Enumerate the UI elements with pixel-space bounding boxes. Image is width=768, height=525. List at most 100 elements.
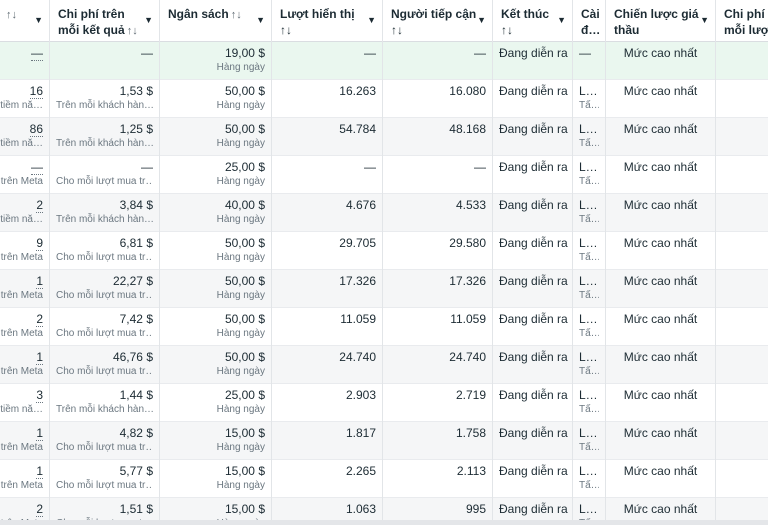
cell-value: Mức cao nhất [612,312,709,327]
cell-value: Đang diễn ra [499,122,568,137]
table-cell-results: — trên Meta [0,156,49,194]
column-menu-chevron-down-icon[interactable]: ▼ [700,12,709,28]
table-cell-attribution: L… Tấ… [573,156,605,194]
cell-value-text: 17.326 [449,274,486,288]
column-header-impressions[interactable]: Lượt hiển thị ↑↓ ▼ [272,0,382,42]
cell-value-text[interactable]: 9 [36,236,43,251]
cell-value-text: 2.719 [455,388,486,402]
cell-value-text[interactable]: 86 [29,122,43,137]
cell-value: — [278,160,376,175]
sort-icon[interactable]: ↑↓ [127,25,138,37]
cell-subtext: trên Meta [0,176,43,187]
table-cell-results: 86 tiềm nă… [0,118,49,156]
table-cell-reach: 16.080 [383,80,492,118]
cell-subtext: tiềm nă… [0,100,43,111]
cell-value-text: Mức cao nhất [623,312,698,326]
cell-value-text[interactable]: — [31,160,43,175]
table-cell-ends: Đang diễn ra [493,270,572,308]
horizontal-scrollbar[interactable] [0,520,768,525]
cell-value-text: 22,27 $ [112,274,153,288]
cell-value-text[interactable]: 1 [36,464,43,479]
cell-subtext: Hàng ngày [216,138,265,149]
cell-subtext: Hàng ngày [216,442,265,453]
column-cost-per-purchase: Chi phí t mỗi lượt [716,0,768,525]
column-menu-chevron-down-icon[interactable]: ▼ [144,12,153,28]
cell-subtext: trên Meta [0,442,43,453]
column-impressions: Lượt hiển thị ↑↓ ▼ — 16.263 54.784 — 4.676 29.7… [272,0,383,525]
table-cell-results: — [0,42,49,80]
sort-icon[interactable]: ↑↓ [6,9,17,21]
cell-value-text: L… [579,312,598,326]
column-header-ends[interactable]: Kết thúc ↑↓ ▼ [493,0,572,42]
cell-value: — [56,46,153,61]
cell-value-text[interactable]: 2 [36,502,43,517]
cell-value-text[interactable]: — [31,46,43,61]
cell-value: 54.784 [278,122,376,137]
cell-subtext: Tấ… [579,480,599,491]
cell-value: — [389,46,486,61]
column-menu-chevron-down-icon[interactable]: ▼ [256,12,265,28]
table-cell-attribution: L… Tấ… [573,80,605,118]
cell-value-text[interactable]: 3 [36,388,43,403]
cell-value: 2 [0,502,43,517]
cell-value: Mức cao nhất [612,502,709,517]
cell-value: 24.740 [389,350,486,365]
table-cell-cost-per-purchase [716,118,768,156]
table-cell-impressions: 4.676 [272,194,382,232]
column-header-bid-strategy[interactable]: Chiến lược giá thầu ▼ [606,0,715,42]
cell-value: 5,77 $ [56,464,153,479]
table-cell-ends: Đang diễn ra [493,156,572,194]
cell-value-text[interactable]: 1 [36,350,43,365]
cell-value-text[interactable]: 16 [29,84,43,99]
cell-value: 1,25 $ [56,122,153,137]
column-header-cost-per-result[interactable]: Chi phí trên mỗi kết quả ↑↓ ▼ [50,0,159,42]
column-header-budget[interactable]: Ngân sách ↑↓ ▼ [160,0,271,42]
column-cost-per-result: Chi phí trên mỗi kết quả ↑↓ ▼ — 1,53 $ Trên m… [50,0,160,525]
cell-value: Đang diễn ra [499,160,568,175]
cell-value: Đang diễn ra [499,502,568,517]
column-menu-chevron-down-icon[interactable]: ▼ [557,12,566,28]
column-header-cost-per-purchase[interactable]: Chi phí t mỗi lượt [716,0,768,42]
table-cell-cost-per-purchase [716,308,768,346]
table-cell-ends: Đang diễn ra [493,232,572,270]
cell-value-text: Đang diễn ra [499,426,568,440]
cell-value: 86 [0,122,43,137]
cell-value-text[interactable]: 2 [36,312,43,327]
cell-subtext: Hàng ngày [216,62,265,73]
table-cell-cost-per-result: 46,76 $ Cho mỗi lượt mua tr… [50,346,159,384]
table-cell-reach: 2.113 [383,460,492,498]
cell-value-text: — [141,160,153,174]
cell-value-text: 54.784 [339,122,376,136]
table-cell-cost-per-purchase [716,194,768,232]
column-header-attribution[interactable]: Cài đ… [573,0,605,42]
column-menu-chevron-down-icon[interactable]: ▼ [477,12,486,28]
column-menu-chevron-down-icon[interactable]: ▼ [367,12,376,28]
cell-subtext: trên Meta [0,290,43,301]
table-cell-impressions: 54.784 [272,118,382,156]
cell-subtext: Tấ… [579,366,599,377]
cell-value-text[interactable]: 1 [36,426,43,441]
table-cell-results: 9 trên Meta [0,232,49,270]
column-menu-chevron-down-icon[interactable]: ▼ [34,12,43,28]
column-header-reach[interactable]: Người tiếp cận ↑↓ ▼ [383,0,492,42]
cell-value: — [579,46,599,61]
cell-value-text[interactable]: 2 [36,198,43,213]
column-header-results[interactable]: ↑↓ ▼ [0,0,49,42]
table-cell-bid-strategy: Mức cao nhất [606,270,715,308]
table-cell-reach: 4.533 [383,194,492,232]
table-cell-reach: 1.758 [383,422,492,460]
cell-value-text: Đang diễn ra [499,122,568,136]
cell-subtext: Tấ… [579,404,599,415]
cell-value-text: Đang diễn ra [499,160,568,174]
cell-value-text: Đang diễn ra [499,312,568,326]
cell-value-text: Mức cao nhất [623,236,698,250]
cell-value-text: Mức cao nhất [623,502,698,516]
cell-subtext: tiềm nă… [0,138,43,149]
cell-value-text[interactable]: 1 [36,274,43,289]
table-cell-bid-strategy: Mức cao nhất [606,194,715,232]
cell-value: Đang diễn ra [499,350,568,365]
cell-value: 25,00 $ [166,388,265,403]
cell-value-text: 29.580 [449,236,486,250]
sort-icon[interactable]: ↑↓ [231,9,242,21]
cell-value: 16.080 [389,84,486,99]
